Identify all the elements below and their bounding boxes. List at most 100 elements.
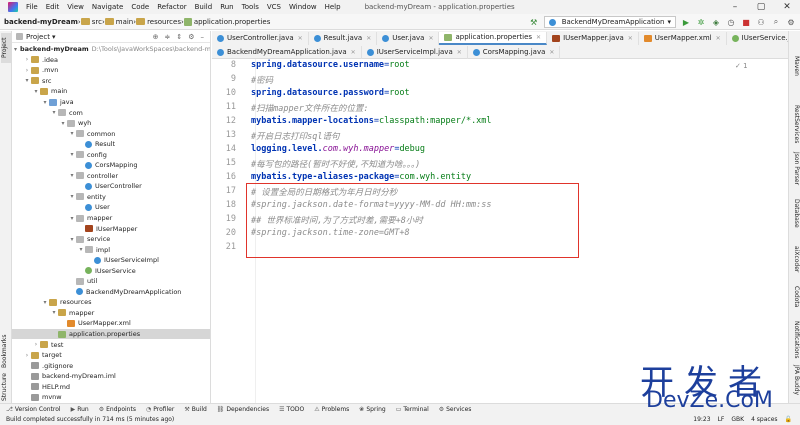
hide-icon[interactable]: – <box>201 33 205 41</box>
tree-item[interactable]: ▾ service <box>12 234 210 245</box>
add-user-icon[interactable]: ⚇ <box>756 17 766 27</box>
indent-setting[interactable]: 4 spaces <box>751 416 777 423</box>
structure-tool-tab[interactable]: Structure <box>1 371 11 403</box>
close-tab-icon[interactable]: ✕ <box>716 35 721 42</box>
breadcrumb-item[interactable]: main <box>104 18 133 26</box>
code-line[interactable]: spring.datasource.password=root <box>251 88 410 98</box>
chevron-down-icon[interactable]: ▾ <box>59 120 67 127</box>
tree-item[interactable]: ▾ java <box>12 97 210 108</box>
tree-item[interactable]: ▾ src <box>12 76 210 87</box>
menu-item-edit[interactable]: Edit <box>42 3 64 11</box>
tool-window-button[interactable]: ▶ Run <box>71 406 89 413</box>
editor-tab[interactable]: BackendMyDreamApplication.java ✕ <box>212 45 362 59</box>
hammer-icon[interactable]: ⚒ <box>529 17 539 27</box>
tree-item[interactable]: ▾ mapper <box>12 213 210 224</box>
right-tool-tab[interactable]: Database <box>790 193 800 233</box>
editor-tab[interactable]: Result.java ✕ <box>309 31 378 45</box>
tree-item[interactable]: HELP.md <box>12 382 210 393</box>
tree-item[interactable]: application.properties <box>12 328 210 340</box>
line-separator[interactable]: LF <box>718 416 725 423</box>
chevron-down-icon[interactable]: ▾ <box>52 33 56 41</box>
menu-item-vcs[interactable]: VCS <box>263 3 285 11</box>
tree-item[interactable]: › target <box>12 350 210 361</box>
tree-item[interactable]: UserMapper.xml <box>12 318 210 329</box>
chevron-down-icon[interactable]: ▾ <box>14 46 17 53</box>
chevron-down-icon[interactable]: ▾ <box>68 193 76 200</box>
tree-item[interactable]: Result <box>12 139 210 150</box>
menu-item-help[interactable]: Help <box>321 3 345 11</box>
chevron-down-icon[interactable]: ▾ <box>68 215 76 222</box>
minimize-icon[interactable]: – <box>722 0 748 14</box>
close-tab-icon[interactable]: ✕ <box>457 49 462 56</box>
chevron-down-icon[interactable]: ▾ <box>32 88 40 95</box>
tool-window-button[interactable]: ⚒ Build <box>184 406 206 413</box>
bookmarks-tool-tab[interactable]: Bookmarks <box>1 331 11 371</box>
maximize-icon[interactable]: ▢ <box>748 0 774 14</box>
editor-tab[interactable]: application.properties ✕ <box>439 31 548 45</box>
tree-item[interactable]: ▾ wyh <box>12 118 210 129</box>
caret-position[interactable]: 19:23 <box>693 416 710 423</box>
chevron-down-icon[interactable]: ▾ <box>68 236 76 243</box>
code-line[interactable]: mybatis.type-aliases-package=com.wyh.ent… <box>251 172 471 182</box>
code-line[interactable]: spring.datasource.username=root <box>251 60 410 70</box>
menu-item-refactor[interactable]: Refactor <box>153 3 190 11</box>
tool-window-button[interactable]: ⛓ Dependencies <box>217 406 269 413</box>
editor-tab[interactable]: UserController.java ✕ <box>212 31 309 45</box>
project-panel-title[interactable]: Project <box>26 33 50 41</box>
chevron-down-icon[interactable]: ▾ <box>41 99 49 106</box>
tree-item[interactable]: ▾ entity <box>12 192 210 203</box>
menu-item-view[interactable]: View <box>63 3 88 11</box>
menu-item-build[interactable]: Build <box>191 3 217 11</box>
tool-window-button[interactable]: ⚠ Problems <box>314 406 349 413</box>
tree-item[interactable]: backend-myDream.iml <box>12 371 210 382</box>
editor-tab[interactable]: CorsMapping.java ✕ <box>468 45 561 59</box>
tree-item[interactable]: mvnw <box>12 392 210 403</box>
file-encoding[interactable]: GBK <box>731 416 744 423</box>
right-tool-tab[interactable]: Notifications <box>790 321 800 359</box>
tree-item[interactable]: › .idea <box>12 55 210 66</box>
code-line[interactable]: logging.level.com.wyh.mapper=debug <box>251 144 425 154</box>
collapse-icon[interactable]: ≑ <box>164 33 170 41</box>
editor-tab[interactable]: IUserMapper.java ✕ <box>547 31 639 45</box>
breadcrumb-item[interactable]: application.properties <box>183 17 270 26</box>
code-line[interactable]: #密码 <box>251 74 273 86</box>
close-tab-icon[interactable]: ✕ <box>536 34 541 41</box>
tree-item[interactable]: User <box>12 202 210 213</box>
chevron-down-icon[interactable]: ▾ <box>77 246 85 253</box>
menu-item-file[interactable]: File <box>22 3 42 11</box>
run-icon[interactable]: ▶ <box>681 17 691 27</box>
close-icon[interactable]: ✕ <box>774 0 800 14</box>
tree-item[interactable]: ▾ config <box>12 149 210 160</box>
code-line[interactable]: #开启日志打印sql语句 <box>251 130 339 142</box>
menu-item-window[interactable]: Window <box>285 3 321 11</box>
tree-item[interactable]: ▾ main <box>12 86 210 97</box>
tree-item[interactable]: .gitignore <box>12 360 210 371</box>
inspection-widget[interactable]: ✓ 1 <box>735 62 748 70</box>
right-tool-tab[interactable]: Json Parser <box>790 149 800 189</box>
tree-item[interactable]: UserController <box>12 181 210 192</box>
close-tab-icon[interactable]: ✕ <box>549 49 554 56</box>
breadcrumb-item[interactable]: resources <box>136 18 181 26</box>
right-tool-tab[interactable]: Maven <box>790 51 800 81</box>
vertical-scrollbar[interactable] <box>780 59 788 403</box>
status-message[interactable]: Build completed successfully in 714 ms (… <box>6 416 174 423</box>
tree-item[interactable]: BackendMyDreamApplication <box>12 287 210 298</box>
chevron-right-icon[interactable]: › <box>23 67 31 74</box>
chevron-down-icon[interactable]: ▾ <box>41 299 49 306</box>
profile-icon[interactable]: ◷ <box>726 17 736 27</box>
chevron-down-icon[interactable]: ▾ <box>23 77 31 84</box>
tool-window-button[interactable]: ⚙ Endpoints <box>99 406 136 413</box>
tree-item[interactable]: ▾ controller <box>12 171 210 182</box>
code-line[interactable]: #扫描mapper文件所在的位置: <box>251 102 368 114</box>
close-tab-icon[interactable]: ✕ <box>628 35 633 42</box>
close-tab-icon[interactable]: ✕ <box>298 35 303 42</box>
editor-tab[interactable]: IUserServiceImpl.java ✕ <box>362 45 468 59</box>
tree-item[interactable]: ▾ impl <box>12 244 210 255</box>
menu-item-navigate[interactable]: Navigate <box>88 3 127 11</box>
chevron-down-icon[interactable]: ▾ <box>68 130 76 137</box>
tree-item[interactable]: › .mvn <box>12 65 210 76</box>
right-tool-tab[interactable]: JPA Buddy <box>790 361 800 399</box>
search-icon[interactable]: ⌕ <box>771 17 781 27</box>
right-tool-tab[interactable]: RestServices <box>790 101 800 147</box>
run-config-select[interactable]: BackendMyDreamApplication ▾ <box>543 16 676 28</box>
